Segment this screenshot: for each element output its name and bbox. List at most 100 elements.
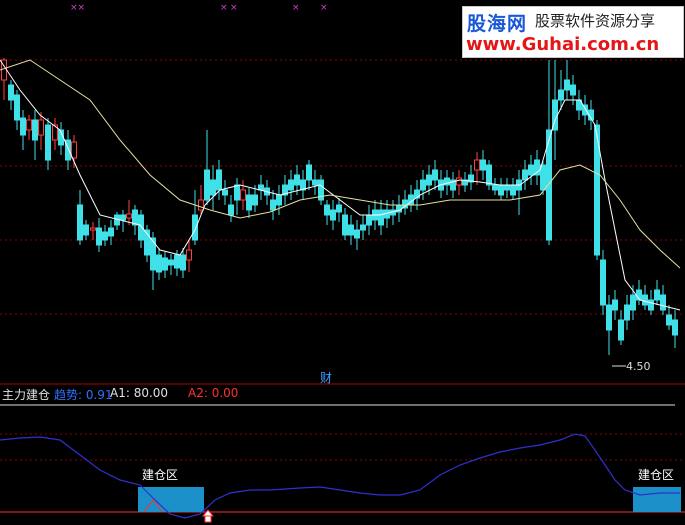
watermark-brand: 股海网 bbox=[467, 13, 528, 35]
candle-body bbox=[276, 194, 282, 206]
candle-body bbox=[324, 204, 330, 216]
watermark-logo: 股海网 股票软件资源分享 www.Guhai.com.cn bbox=[462, 6, 684, 58]
candle-body bbox=[174, 254, 180, 269]
candle-body bbox=[162, 257, 168, 271]
candle-body bbox=[642, 294, 648, 306]
zone-label-left: 建仓区 bbox=[142, 468, 179, 482]
candle-body bbox=[228, 204, 234, 216]
candle-body bbox=[222, 189, 228, 196]
candle-body bbox=[294, 174, 300, 186]
candle-body bbox=[204, 169, 210, 201]
candle-body bbox=[71, 141, 77, 159]
candlesticks[interactable] bbox=[1, 58, 678, 355]
candle-body bbox=[306, 164, 312, 181]
candle-body bbox=[38, 119, 44, 136]
candle-body bbox=[600, 259, 606, 306]
candle-body bbox=[192, 214, 198, 241]
candle-body bbox=[342, 214, 348, 236]
low-price-label: 4.50 bbox=[626, 360, 651, 373]
candle-body bbox=[32, 119, 38, 141]
candle-body bbox=[45, 124, 51, 161]
candle-body bbox=[426, 174, 432, 186]
candle-body bbox=[606, 304, 612, 331]
indicator-line3-value: A2: 0.00 bbox=[188, 386, 239, 400]
candle-body bbox=[240, 189, 246, 201]
candle-body bbox=[126, 213, 132, 219]
candle-body bbox=[180, 254, 186, 271]
candle-body bbox=[672, 319, 678, 336]
candle-body bbox=[624, 304, 630, 321]
candle-body bbox=[612, 299, 618, 311]
indicator-line1-value: 趋势: 0.91 bbox=[54, 388, 113, 402]
svg-text:×: × bbox=[320, 3, 328, 13]
indicator-gridlines bbox=[0, 433, 685, 461]
watermark-url: www.Guhai.com.cn bbox=[466, 34, 660, 55]
candle-body bbox=[330, 209, 336, 221]
candle-body bbox=[108, 227, 114, 237]
svg-text:××: ×× bbox=[70, 3, 85, 13]
candle-body bbox=[498, 184, 504, 196]
zone-label-right: 建仓区 bbox=[638, 468, 675, 482]
candle-body bbox=[492, 184, 498, 191]
candle-body bbox=[234, 184, 240, 201]
candle-body bbox=[570, 84, 576, 96]
candle-body bbox=[666, 314, 672, 326]
candle-body bbox=[354, 229, 360, 239]
candle-body bbox=[630, 294, 636, 311]
candle-body bbox=[138, 214, 144, 241]
indicator-line bbox=[0, 433, 680, 519]
candle-body bbox=[288, 179, 294, 191]
candle-body bbox=[480, 159, 486, 171]
candle-body bbox=[336, 204, 342, 213]
svg-text:×: × bbox=[292, 3, 300, 13]
candle-body bbox=[246, 194, 252, 211]
candle-body bbox=[348, 224, 354, 236]
indicator-name[interactable]: 主力建仓 bbox=[2, 386, 50, 403]
candle-body bbox=[486, 164, 492, 186]
candle-body bbox=[270, 199, 276, 211]
candle-body bbox=[102, 231, 108, 241]
candle-body bbox=[420, 179, 426, 191]
candle-body bbox=[540, 164, 546, 191]
candle-body bbox=[582, 104, 588, 116]
candle-body bbox=[20, 117, 26, 136]
candle-body bbox=[216, 169, 222, 191]
candle-body bbox=[648, 299, 654, 311]
candle-body bbox=[456, 177, 462, 186]
candle-body bbox=[654, 289, 660, 301]
candle-body bbox=[252, 194, 258, 206]
candle-body bbox=[198, 199, 204, 211]
candle-body bbox=[120, 214, 126, 221]
candle-body bbox=[510, 184, 516, 196]
watermark-slogan: 股票软件资源分享 bbox=[535, 12, 656, 30]
candle-body bbox=[90, 227, 96, 231]
candle-body bbox=[156, 254, 162, 273]
candle-body bbox=[210, 179, 216, 196]
stock-chart[interactable]: ×× × × × × bbox=[0, 0, 685, 525]
candle-body bbox=[132, 209, 138, 226]
candle-body bbox=[378, 209, 384, 226]
candle-body bbox=[432, 169, 438, 181]
candle-body bbox=[14, 94, 20, 121]
candle-body bbox=[504, 184, 510, 191]
candle-body bbox=[8, 84, 14, 101]
candle-body bbox=[360, 224, 366, 231]
finance-marker[interactable]: 财 bbox=[320, 369, 332, 386]
ma-short-line bbox=[0, 59, 681, 311]
candle-body bbox=[168, 259, 174, 266]
candle-body bbox=[564, 79, 570, 91]
candle-body bbox=[96, 227, 102, 246]
candle-body bbox=[618, 319, 624, 341]
candle-body bbox=[474, 159, 480, 171]
candle-body bbox=[558, 89, 564, 101]
svg-text:×: × bbox=[230, 3, 238, 13]
candle-body bbox=[660, 294, 666, 311]
candle-body bbox=[186, 249, 192, 261]
main-gridlines bbox=[0, 59, 685, 315]
candle-body bbox=[312, 179, 318, 186]
candle-body bbox=[522, 169, 528, 181]
candle-body bbox=[83, 224, 89, 236]
candle-body bbox=[528, 164, 534, 176]
candle-body bbox=[258, 184, 264, 191]
candle-body bbox=[366, 214, 372, 226]
